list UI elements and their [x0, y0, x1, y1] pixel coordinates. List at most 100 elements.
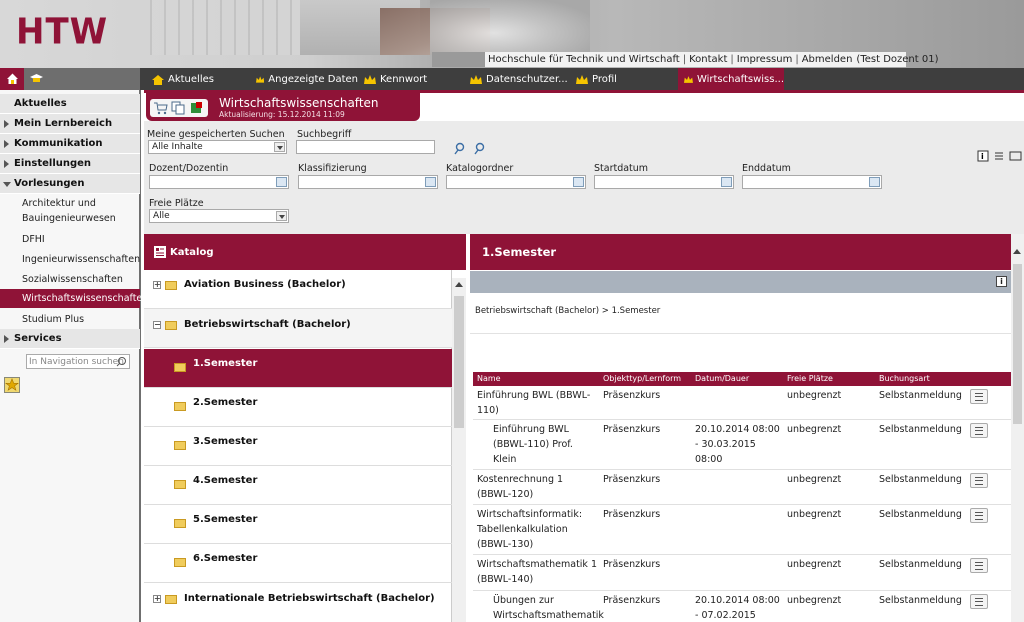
course-name[interactable]: Kostenrechnung 1 (BBWL-120)	[477, 472, 599, 502]
search-icon[interactable]	[116, 356, 128, 367]
expand-arrow-icon	[4, 120, 9, 128]
tree-item-aviation[interactable]: + Aviation Business (Bachelor)	[144, 270, 452, 309]
dozent-input[interactable]	[149, 175, 289, 189]
home-icon	[7, 73, 18, 84]
table-row[interactable]: Einführung BWL (BBWL-110) Präsenzkurs un…	[473, 386, 1011, 420]
course-type: Präsenzkurs	[603, 559, 661, 570]
catalog-scrollbar[interactable]	[452, 278, 466, 622]
crown-icon	[364, 74, 376, 84]
tree-item-semester-5[interactable]: 5.Semester	[144, 505, 452, 544]
course-name[interactable]: Einführung BWL (BBWL-110) Prof. Klein	[493, 422, 597, 467]
copy-icon[interactable]	[171, 101, 187, 115]
actions-menu-icon[interactable]	[970, 389, 988, 404]
column-header-type[interactable]: Objekttyp/Lernform	[603, 374, 681, 383]
table-row[interactable]: Kostenrechnung 1 (BBWL-120) Präsenzkurs …	[473, 470, 1011, 505]
katalogordner-input[interactable]	[446, 175, 586, 189]
saved-search-select[interactable]: Alle Inhalte	[148, 140, 287, 154]
sidebar-subitem-dfhi[interactable]: DFHI	[0, 230, 140, 248]
tree-item-label: Internationale Betriebswirtschaft (Bache…	[184, 593, 435, 604]
calendar-icon[interactable]	[869, 177, 880, 187]
banner-image	[430, 0, 590, 55]
list-picker-icon[interactable]	[276, 177, 287, 187]
calendar-icon[interactable]	[721, 177, 732, 187]
sidebar-subitem-architektur-cont[interactable]: Bauingenieurwesen	[0, 211, 140, 226]
course-name[interactable]: Wirtschaftsinformatik: Tabellenkalkulati…	[477, 507, 599, 552]
tree-item-semester-1[interactable]: 1.Semester	[144, 349, 452, 388]
personal-desk-tab[interactable]	[24, 68, 140, 90]
enddatum-input[interactable]	[742, 175, 882, 189]
logo[interactable]: HTW	[16, 11, 108, 53]
cart-icon[interactable]	[153, 101, 169, 115]
tree-item-betriebswirtschaft[interactable]: − Betriebswirtschaft (Bachelor)	[144, 309, 452, 348]
tree-item-semester-4[interactable]: 4.Semester	[144, 466, 452, 505]
course-free-seats: unbegrenzt	[787, 424, 842, 435]
breadcrumb[interactable]: Betriebswirtschaft (Bachelor) > 1.Semest…	[475, 306, 660, 316]
expand-icon[interactable]: +	[153, 595, 161, 603]
freie-plaetze-select[interactable]: Alle	[149, 209, 289, 223]
actions-menu-icon[interactable]	[970, 423, 988, 438]
sidebar-subitem-wirtschaft[interactable]: Wirtschaftswissenschafte	[0, 289, 142, 308]
table-row[interactable]: Übungen zur Wirtschaftsmathematik Präsen…	[473, 591, 1011, 622]
navigation-search-input[interactable]: In Navigation suchen	[26, 354, 130, 369]
tree-item-label: 6.Semester	[193, 553, 258, 564]
scroll-thumb[interactable]	[1013, 264, 1022, 424]
view-mode-icons[interactable]: i	[977, 150, 1023, 162]
course-name[interactable]: Einführung BWL (BBWL-110)	[477, 388, 595, 418]
table-row[interactable]: Einführung BWL (BBWL-110) Prof. Klein Pr…	[473, 420, 1011, 470]
tree-item-semester-6[interactable]: 6.Semester	[144, 544, 452, 583]
course-name[interactable]: Wirtschaftsmathematik 1 (BBWL-140)	[477, 557, 599, 587]
column-header-date[interactable]: Datum/Dauer	[695, 374, 749, 383]
table-row[interactable]: Wirtschaftsmathematik 1 (BBWL-140) Präse…	[473, 555, 1011, 591]
actions-menu-icon[interactable]	[970, 558, 988, 573]
table-header: Name Objekttyp/Lernform Datum/Dauer Frei…	[473, 372, 1011, 386]
favorites-star-icon[interactable]	[4, 377, 20, 393]
search-term-input[interactable]	[296, 140, 435, 154]
tree-item-international[interactable]: + Internationale Betriebswirtschaft (Bac…	[144, 583, 452, 622]
startdatum-input[interactable]	[594, 175, 734, 189]
add-object-icon[interactable]	[189, 101, 205, 115]
column-header-booking[interactable]: Buchungsart	[879, 374, 930, 383]
tree-item-semester-2[interactable]: 2.Semester	[144, 388, 452, 427]
info-icon[interactable]: i	[996, 276, 1007, 287]
tree-item-semester-3[interactable]: 3.Semester	[144, 427, 452, 466]
actions-menu-icon[interactable]	[970, 473, 988, 488]
sidebar-item-einstellungen[interactable]: Einstellungen	[0, 154, 140, 174]
content-scrollbar[interactable]	[1011, 234, 1024, 622]
sidebar-item-vorlesungen[interactable]: Vorlesungen	[0, 174, 140, 194]
collapse-icon[interactable]: −	[153, 321, 161, 329]
scroll-up-icon[interactable]	[1013, 249, 1021, 254]
scroll-up-icon[interactable]	[455, 282, 463, 287]
sidebar-item-lernbereich[interactable]: Mein Lernbereich	[0, 114, 140, 134]
link-university[interactable]: Hochschule für Technik und Wirtschaft	[488, 54, 680, 65]
katalogordner-label: Katalogordner	[446, 163, 514, 174]
tab-kennwort[interactable]: Kennwort	[358, 68, 462, 90]
sidebar-subitem-studium-plus[interactable]: Studium Plus	[0, 310, 140, 328]
home-tab[interactable]	[0, 68, 24, 90]
scroll-thumb[interactable]	[454, 296, 464, 428]
sidebar-subitem-ingenieur[interactable]: Ingenieurwissenschaften	[0, 250, 140, 268]
sidebar-subitem-architektur[interactable]: Architektur und	[0, 196, 140, 211]
tab-datenschutz[interactable]: Datenschutzer...	[464, 68, 570, 90]
course-name[interactable]: Übungen zur Wirtschaftsmathematik	[493, 593, 604, 622]
list-picker-icon[interactable]	[425, 177, 436, 187]
sidebar-subitem-sozial[interactable]: Sozialwissenschaften	[0, 270, 140, 288]
expand-icon[interactable]: +	[153, 281, 161, 289]
column-header-free[interactable]: Freie Plätze	[787, 374, 833, 383]
table-row[interactable]: Wirtschaftsinformatik: Tabellenkalkulati…	[473, 505, 1011, 555]
freie-plaetze-label: Freie Plätze	[149, 198, 204, 209]
klassifizierung-input[interactable]	[298, 175, 438, 189]
tab-aktuelles[interactable]: Aktuelles	[146, 68, 248, 90]
tab-profil[interactable]: Profil	[570, 68, 676, 90]
tab-wirtschaftswiss[interactable]: Wirtschaftswiss...	[678, 68, 784, 90]
link-kontakt[interactable]: Kontakt	[689, 54, 727, 65]
sidebar-item-aktuelles[interactable]: Aktuelles	[0, 94, 140, 114]
list-picker-icon[interactable]	[573, 177, 584, 187]
tab-angezeigte-daten[interactable]: Angezeigte Daten	[250, 68, 358, 90]
sidebar-item-services[interactable]: Services	[0, 329, 140, 349]
actions-menu-icon[interactable]	[970, 508, 988, 523]
column-header-name[interactable]: Name	[477, 374, 501, 383]
link-abmelden[interactable]: Abmelden	[802, 54, 853, 65]
link-impressum[interactable]: Impressum	[737, 54, 793, 65]
actions-menu-icon[interactable]	[970, 594, 988, 609]
sidebar-item-kommunikation[interactable]: Kommunikation	[0, 134, 140, 154]
